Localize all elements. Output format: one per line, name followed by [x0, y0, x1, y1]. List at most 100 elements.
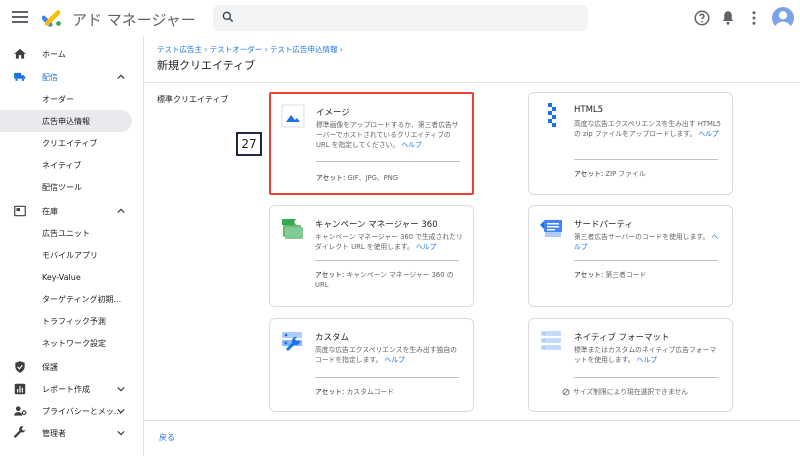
html5-icon: [548, 103, 556, 127]
sidebar-item-admin[interactable]: 管理者: [0, 422, 142, 444]
sidebar-item-label: 在庫: [42, 206, 58, 216]
help-icon[interactable]: [693, 9, 711, 27]
avatar[interactable]: [772, 7, 794, 29]
help-link[interactable]: ヘルプ: [698, 130, 718, 138]
card-description-text: キャンペーン マネージャー 360 で生成されたリダイレクト URL を使用しま…: [315, 233, 463, 251]
page-title: 新規クリエイティブ: [157, 59, 256, 72]
native-format-icon: [541, 331, 561, 350]
header-divider: [144, 82, 800, 83]
back-button[interactable]: 戻る: [159, 432, 175, 443]
sidebar-item-label: クリエイティブ: [42, 138, 98, 148]
card-asset: アセット: キャンペーン マネージャー 360 の URL: [315, 270, 465, 290]
sidebar-item-orders[interactable]: オーダー: [0, 88, 142, 110]
help-link[interactable]: ヘルプ: [637, 356, 657, 364]
sidebar-item-delivery-tools[interactable]: 配信ツール: [0, 176, 142, 198]
help-link[interactable]: ヘルプ: [416, 243, 436, 251]
creative-card-campaign-manager[interactable]: キャンペーン マネージャー 360 キャンペーン マネージャー 360 で生成さ…: [269, 205, 474, 307]
sidebar-item-label: プライバシーとメッ...: [42, 406, 122, 416]
sidebar-item-label: 配信: [42, 72, 58, 82]
card-title: ネイティブ フォーマット: [574, 333, 670, 343]
main-content: テスト広告主 › テストオーダー › テスト広告申込情報 › 新規クリエイティブ…: [143, 36, 800, 456]
sidebar-item-protections[interactable]: 保護: [0, 356, 142, 378]
sidebar-item-targeting-presets[interactable]: ターゲティング初期...: [0, 288, 142, 310]
section-label: 標準クリエイティブ: [157, 95, 229, 104]
creative-card-image[interactable]: イメージ 標準画像をアップロードするか、第三者広告サーバーでホストされているクリ…: [269, 92, 474, 195]
creative-card-custom[interactable]: カスタム 高度な広告エクスペリエンスを生み出す独自のコードを指定します。 ヘルプ…: [269, 318, 474, 412]
help-link[interactable]: ヘルプ: [384, 356, 404, 364]
sidebar-item-mobile-apps[interactable]: モバイルアプリ: [0, 244, 142, 266]
card-description: 標準またはカスタムのネイティブ広告フォーマットを使用します。 ヘルプ: [574, 345, 722, 365]
sidebar-item-reporting[interactable]: レポート作成: [0, 378, 142, 400]
third-party-icon: [540, 220, 562, 237]
sidebar-item-label: Key-Value: [42, 272, 81, 282]
asset-label: アセット:: [574, 271, 604, 279]
custom-icon: [282, 332, 302, 351]
card-title: イメージ: [316, 108, 350, 118]
wrench-icon: [14, 426, 26, 438]
creative-card-native-format: ネイティブ フォーマット 標準またはカスタムのネイティブ広告フォーマットを使用し…: [528, 318, 733, 412]
sidebar-item-line-items[interactable]: 広告申込情報: [0, 110, 132, 132]
asset-value: ZIP ファイル: [603, 170, 646, 178]
ad-manager-logo: [42, 10, 61, 27]
more-vert-icon[interactable]: [745, 9, 763, 27]
sidebar-item-label: ネットワーク設定: [42, 338, 106, 348]
app-title: アド マネージャー: [72, 11, 196, 29]
card-title: HTML5: [574, 105, 604, 115]
card-title: キャンペーン マネージャー 360: [315, 220, 438, 230]
card-title: サードパーティ: [574, 220, 633, 230]
asset-value: カスタムコード: [344, 388, 395, 396]
card-title: カスタム: [315, 333, 350, 343]
sidebar-item-label: ネイティブ: [42, 160, 82, 170]
card-divider: [574, 260, 718, 261]
card-divider: [315, 260, 459, 261]
search-input[interactable]: [213, 5, 588, 31]
asset-label: アセット:: [315, 388, 345, 396]
help-link[interactable]: ヘルプ: [401, 141, 421, 149]
sidebar-item-label: モバイルアプリ: [42, 250, 98, 260]
sidebar-item-native[interactable]: ネイティブ: [0, 154, 142, 176]
card-description-text: 標準画像をアップロードするか、第三者広告サーバーでホストされているクリエイティブ…: [316, 121, 459, 149]
card-asset: アセット: カスタムコード: [315, 387, 465, 397]
notifications-icon[interactable]: [719, 9, 737, 27]
step-number-badge: 27: [236, 132, 262, 156]
sidebar-item-label: ターゲティング初期...: [42, 294, 122, 304]
truck-icon: [14, 72, 26, 82]
card-asset: アセット: ZIP ファイル: [574, 169, 724, 179]
creative-card-html5[interactable]: HTML5 高度な広告エクスペリエンスを生み出す HTML5 の zip ファイ…: [528, 92, 733, 195]
sidebar-item-label: 管理者: [42, 428, 66, 438]
sidebar-item-inventory[interactable]: 在庫: [0, 200, 142, 222]
breadcrumb[interactable]: テスト広告主 › テストオーダー › テスト広告申込情報 ›: [157, 44, 343, 55]
sidebar-item-label: 保護: [42, 362, 58, 372]
asset-label: アセット:: [316, 174, 346, 182]
sidebar-item-label: 広告ユニット: [42, 228, 90, 238]
search-icon: [222, 11, 234, 23]
sidebar-item-ad-units[interactable]: 広告ユニット: [0, 222, 142, 244]
shield-icon: [15, 361, 25, 373]
sidebar-item-traffic-forecast[interactable]: トラフィック予測: [0, 310, 142, 332]
creative-card-third-party[interactable]: サードパーティ 第三者広告サーバーのコードを使用します。 ヘルプ アセット: 第…: [528, 205, 733, 307]
sidebar-item-label: レポート作成: [42, 384, 90, 394]
sidebar-item-delivery[interactable]: 配信: [0, 66, 142, 88]
asset-label: アセット:: [315, 271, 345, 279]
sidebar-item-key-value[interactable]: Key-Value: [0, 266, 142, 288]
chevron-down-icon: [117, 430, 125, 436]
card-divider: [315, 377, 459, 378]
card-description-text: 第三者広告サーバーのコードを使用します。: [574, 233, 710, 241]
sidebar-item-home[interactable]: ホーム: [0, 43, 142, 65]
disabled-note-text: サイズ制限により現在選択できません: [573, 388, 689, 396]
chevron-down-icon: [117, 386, 125, 392]
sidebar-item-label: ホーム: [42, 49, 66, 59]
sidebar-item-creatives[interactable]: クリエイティブ: [0, 132, 142, 154]
sidebar-item-network-settings[interactable]: ネットワーク設定: [0, 332, 142, 354]
sidebar-item-privacy-messaging[interactable]: プライバシーとメッ...: [0, 400, 142, 422]
card-divider: [574, 377, 718, 378]
chevron-up-icon: [117, 74, 125, 80]
card-description: 第三者広告サーバーのコードを使用します。 ヘルプ: [574, 232, 722, 252]
sidebar-item-label: トラフィック予測: [42, 316, 106, 326]
menu-icon[interactable]: [12, 11, 28, 23]
sidebar-item-label: 広告申込情報: [42, 116, 90, 126]
card-asset: アセット: GIF、JPG、PNG: [316, 173, 466, 183]
sidebar-item-label: オーダー: [42, 94, 74, 104]
chevron-up-icon: [117, 208, 125, 214]
asset-label: アセット:: [574, 170, 604, 178]
